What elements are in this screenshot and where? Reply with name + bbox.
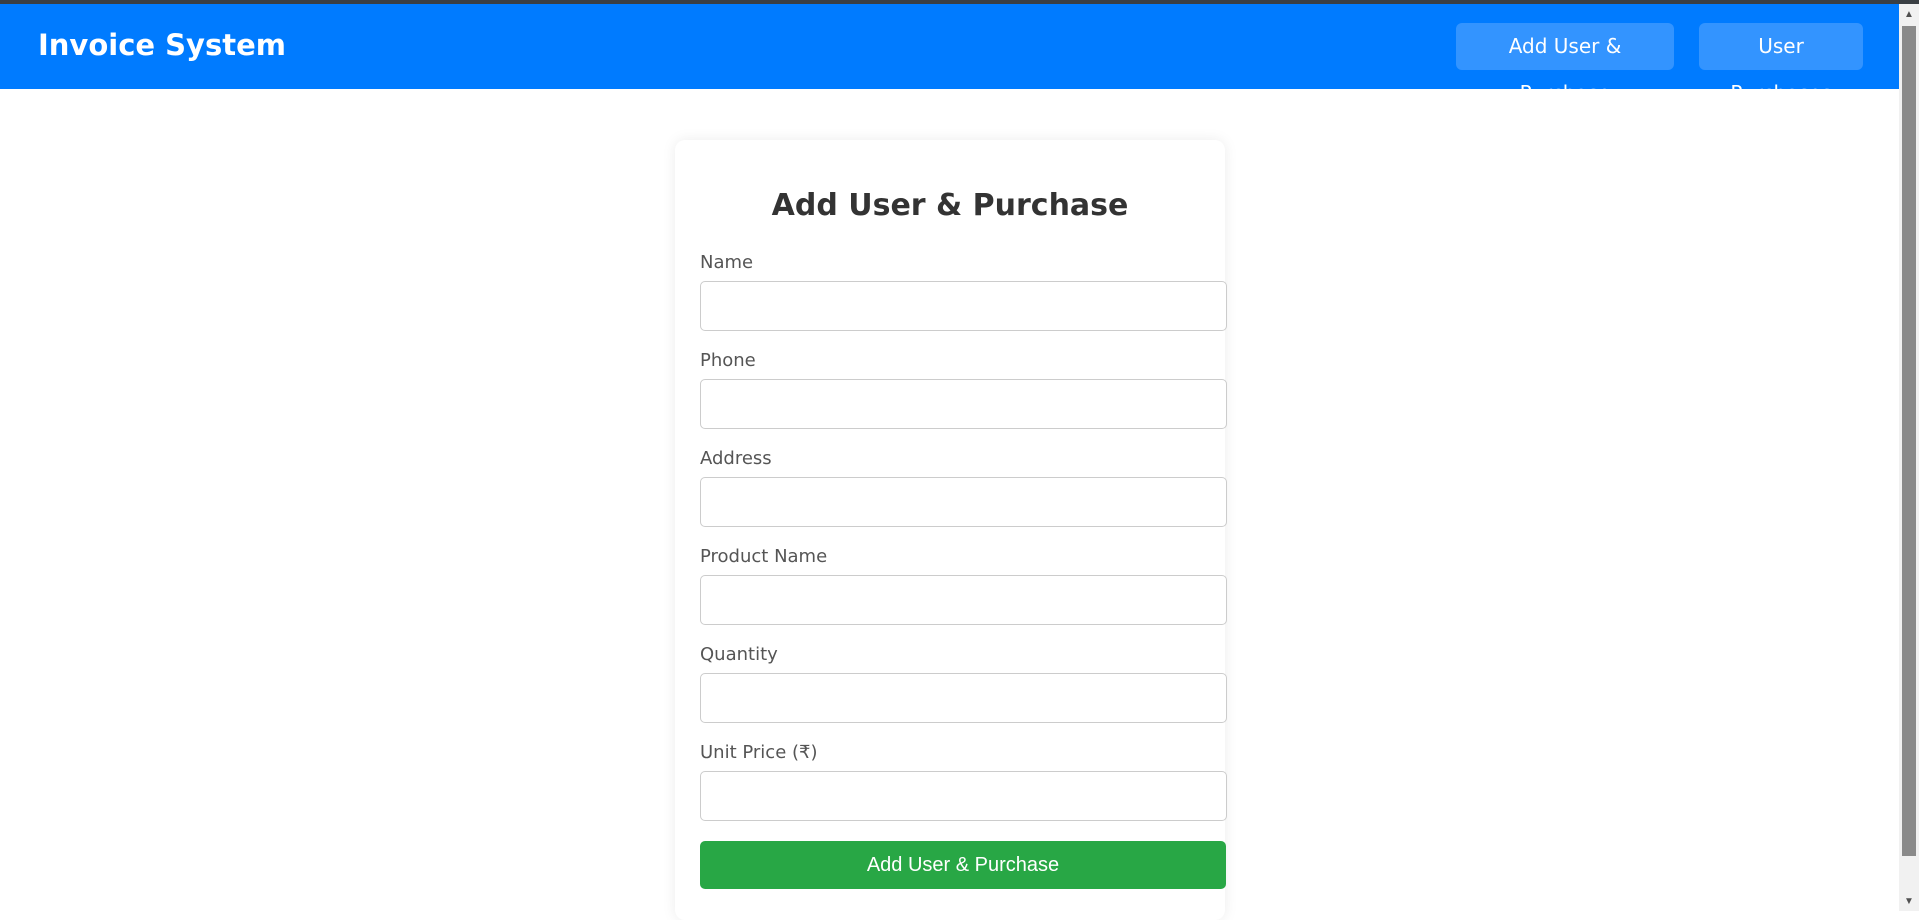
unit-price-input[interactable] [700,771,1227,821]
name-label: Name [700,252,754,273]
quantity-label: Quantity [700,644,778,665]
quantity-input[interactable] [700,673,1227,723]
vertical-scrollbar[interactable]: ▲ ▼ [1899,4,1919,911]
product-name-input[interactable] [700,575,1227,625]
product-name-label: Product Name [700,546,828,567]
add-user-purchase-form: Add User & Purchase Name Phone Address P… [675,140,1227,920]
nav-add-user-purchase-button[interactable]: Add User & Purchase [1456,23,1674,105]
form-title: Add User & Purchase [771,188,1129,223]
scrollbar-thumb[interactable] [1902,26,1916,856]
phone-input[interactable] [700,379,1227,429]
address-label: Address [700,448,772,469]
unit-price-label: Unit Price (₹) [700,742,818,763]
submit-button[interactable]: Add User & Purchase [700,841,1226,889]
name-input[interactable] [700,281,1227,331]
app-title: Invoice System [38,28,286,62]
nav-user-purchases-button[interactable]: User Purchases [1699,23,1863,105]
scroll-down-arrow-icon[interactable]: ▼ [1899,895,1919,909]
scroll-up-arrow-icon[interactable]: ▲ [1899,8,1919,22]
navbar: Invoice System Add User & Purchase User … [0,4,1899,105]
address-input[interactable] [700,477,1227,527]
phone-label: Phone [700,350,756,371]
